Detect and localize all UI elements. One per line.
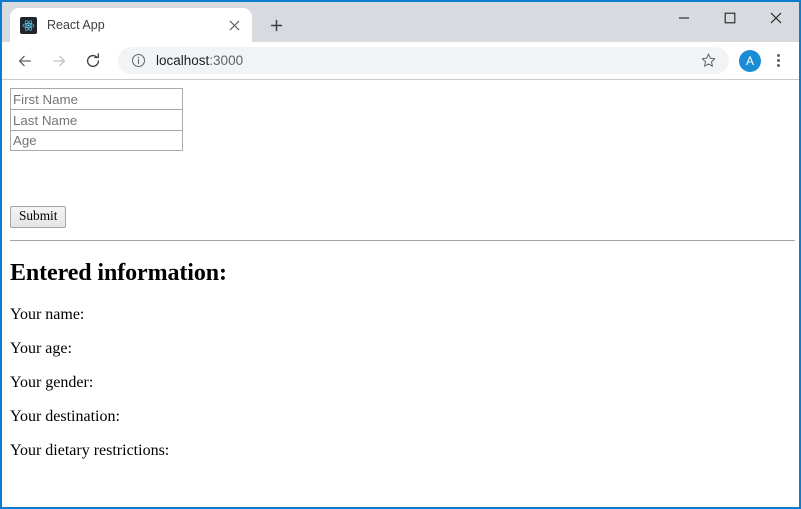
close-tab-icon[interactable] [224,15,244,35]
chrome-menu-icon[interactable] [765,48,791,74]
result-your-name: Your name: [10,305,85,323]
result-your-destination: Your destination: [10,407,120,425]
age-input[interactable] [10,130,183,151]
form-spacer [10,151,791,206]
result-your-age: Your age: [10,339,72,357]
window-controls [661,2,799,34]
menu-dot [776,64,780,67]
info-circle-icon[interactable] [130,53,146,69]
browser-toolbar: localhost:3000 A [2,42,799,80]
bookmark-star-icon[interactable] [697,50,719,72]
browser-window: React App localhost:3000 A First Name La… [0,0,801,509]
minimize-button[interactable] [661,2,707,34]
url-port: :3000 [209,53,244,68]
menu-dot [776,54,780,57]
last-name-input[interactable] [10,109,183,130]
result-your-dietary-restrictions: Your dietary restrictions: [10,441,170,459]
back-button[interactable] [10,46,40,76]
close-window-button[interactable] [753,2,799,34]
page-viewport: Submit Entered information: Your name: Y… [2,80,799,507]
first-name-input[interactable] [10,88,183,109]
traveler-form: Submit [10,88,791,228]
react-logo-icon [20,16,37,34]
menu-dot [776,59,780,62]
forward-button [44,46,74,76]
url-host: localhost [156,53,210,68]
section-divider [10,239,795,241]
react-app-root: Submit Entered information: Your name: Y… [2,80,799,484]
tab-title: React App [47,18,105,32]
tab-strip: React App [2,2,799,42]
address-bar[interactable]: localhost:3000 [118,47,729,74]
reload-button[interactable] [78,46,108,76]
maximize-button[interactable] [707,2,753,34]
profile-avatar[interactable]: A [739,49,761,72]
new-tab-button[interactable] [262,11,290,39]
browser-tab-react-app[interactable]: React App [10,8,252,42]
result-your-gender: Your gender: [10,373,94,391]
submit-button[interactable]: Submit [10,206,67,228]
entered-information-heading: Entered information: [10,259,227,286]
url-text: localhost:3000 [156,53,697,68]
